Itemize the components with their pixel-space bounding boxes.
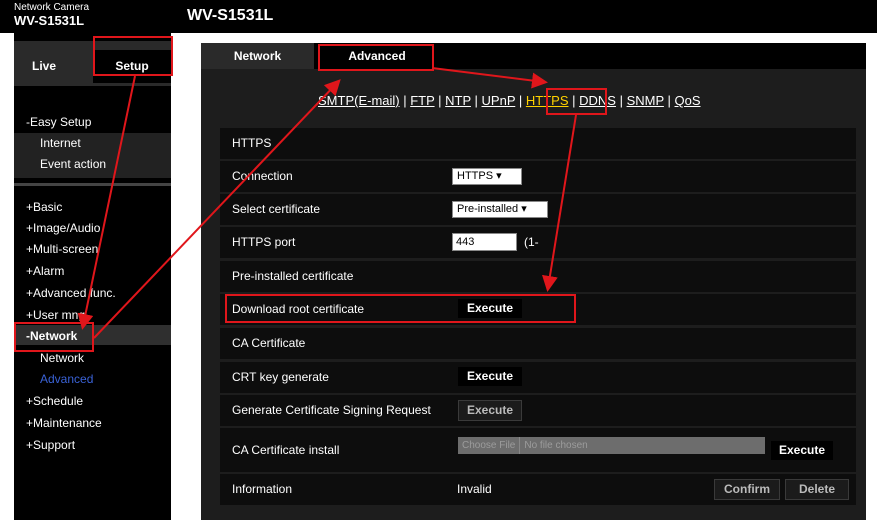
link-separator: | [434, 93, 446, 108]
ca-install-execute-button[interactable]: Execute [771, 441, 833, 460]
download-root-execute-button[interactable]: Execute [458, 299, 522, 318]
link-separator: | [470, 93, 482, 108]
link-ddns[interactable]: DDNS [579, 93, 616, 108]
sidebar-item-internet[interactable]: Internet [40, 136, 81, 150]
csr-row: Generate Certificate Signing Request Exe… [220, 395, 856, 426]
sidebar-item-maintenance[interactable]: +Maintenance [26, 416, 102, 430]
ca-install-row: CA Certificate install Choose File No fil… [220, 428, 856, 472]
link-smtp[interactable]: SMTP(E-mail) [318, 93, 400, 108]
sidebar-item-user-mng[interactable]: +User mng. [26, 308, 88, 322]
ca-section-header: CA Certificate [220, 328, 856, 359]
link-ftp[interactable]: FTP [410, 93, 434, 108]
brand-line1: Network Camera [14, 2, 90, 13]
brand-logo: Network Camera WV-S1531L [14, 2, 90, 28]
sidebar-item-easy-setup[interactable]: -Easy Setup [26, 115, 91, 129]
link-separator: | [615, 93, 627, 108]
download-root-label: Download root certificate [232, 302, 365, 316]
choose-file-button[interactable]: Choose File [458, 437, 521, 454]
sidebar-divider [14, 183, 171, 186]
sidebar-item-network[interactable]: -Network [26, 329, 77, 343]
csr-execute-button[interactable]: Execute [458, 400, 522, 421]
sidebar-item-advanced-func[interactable]: +Advanced func. [26, 286, 116, 300]
link-qos[interactable]: QoS [675, 93, 701, 108]
https-port-row: HTTPS port 443 (1-65535) [220, 227, 856, 280]
select-certificate-label: Select certificate [232, 202, 321, 216]
information-label: Information [232, 482, 293, 496]
sidebar: Live Setup -Easy Setup Internet Event ac… [14, 33, 171, 520]
file-name-text: No file chosen [524, 440, 588, 451]
chevron-down-icon: ▾ [496, 170, 502, 182]
sidebar-item-schedule[interactable]: +Schedule [26, 394, 83, 408]
connection-select-value: HTTPS [457, 170, 494, 182]
https-port-input[interactable]: 443 [452, 233, 517, 251]
certificate-select-value: Pre-installed [457, 203, 519, 215]
sidebar-item-alarm[interactable]: +Alarm [26, 264, 64, 278]
link-separator: | [399, 93, 411, 108]
ca-section-title: CA Certificate [232, 336, 306, 350]
https-section-header: HTTPS [220, 128, 856, 159]
tab-advanced[interactable]: Advanced [322, 43, 432, 69]
information-row: Information Invalid Confirm Delete [220, 474, 856, 505]
advanced-panel: SMTP(E-mail) | FTP | NTP | UPnP | HTTPS … [201, 69, 866, 520]
sidebar-item-multi-screen[interactable]: +Multi-screen [26, 242, 98, 256]
https-port-label: HTTPS port [232, 235, 296, 249]
page-title: WV-S1531L [187, 7, 274, 24]
confirm-button[interactable]: Confirm [714, 479, 780, 500]
sidebar-item-event-action[interactable]: Event action [40, 157, 106, 171]
ca-install-label: CA Certificate install [232, 443, 340, 457]
csr-label: Generate Certificate Signing Request [232, 403, 431, 417]
link-separator: | [515, 93, 526, 108]
link-separator: | [568, 93, 580, 108]
connection-label: Connection [232, 169, 293, 183]
top-bar: Network Camera WV-S1531L WV-S1531L [0, 0, 877, 33]
brand-line2: WV-S1531L [14, 13, 85, 28]
link-upnp[interactable]: UPnP [482, 93, 516, 108]
sidebar-item-image-audio[interactable]: +Image/Audio [26, 221, 100, 235]
crt-key-label: CRT key generate [232, 370, 329, 384]
link-https[interactable]: HTTPS [526, 93, 569, 108]
download-root-row: Download root certificate Execute [220, 294, 856, 325]
setup-tab[interactable]: Setup [93, 50, 171, 83]
crt-key-row: CRT key generate Execute [220, 362, 856, 393]
https-section-title: HTTPS [232, 136, 272, 150]
chevron-down-icon: ▾ [521, 203, 527, 215]
connection-row: Connection HTTPS ▾ [220, 161, 856, 192]
sidebar-item-advanced-sub[interactable]: Advanced [40, 372, 93, 386]
select-certificate-row: Select certificate Pre-installed ▾ [220, 194, 856, 225]
sidebar-item-basic[interactable]: +Basic [26, 200, 62, 214]
preinstalled-section-header: Pre-installed certificate [220, 261, 856, 292]
tab-network[interactable]: Network [201, 43, 314, 69]
live-tab[interactable]: Live [32, 59, 56, 73]
delete-button[interactable]: Delete [785, 479, 849, 500]
easy-setup-group [14, 133, 171, 178]
connection-select[interactable]: HTTPS ▾ [452, 168, 522, 185]
ca-file-input[interactable]: Choose File No file chosen [458, 437, 765, 454]
preinstalled-section-title: Pre-installed certificate [232, 269, 354, 283]
protocol-links: SMTP(E-mail) | FTP | NTP | UPnP | HTTPS … [318, 93, 701, 108]
sidebar-item-network-sub[interactable]: Network [40, 351, 84, 365]
sidebar-item-support[interactable]: +Support [26, 438, 75, 452]
information-value: Invalid [457, 482, 492, 496]
crt-key-execute-button[interactable]: Execute [458, 367, 522, 386]
link-separator: | [663, 93, 675, 108]
certificate-select[interactable]: Pre-installed ▾ [452, 201, 548, 218]
link-ntp[interactable]: NTP [445, 93, 471, 108]
mode-tabs: Live Setup [14, 41, 171, 86]
main-content: Network Advanced SMTP(E-mail) | FTP | NT… [201, 43, 866, 520]
link-snmp[interactable]: SNMP [627, 93, 664, 108]
